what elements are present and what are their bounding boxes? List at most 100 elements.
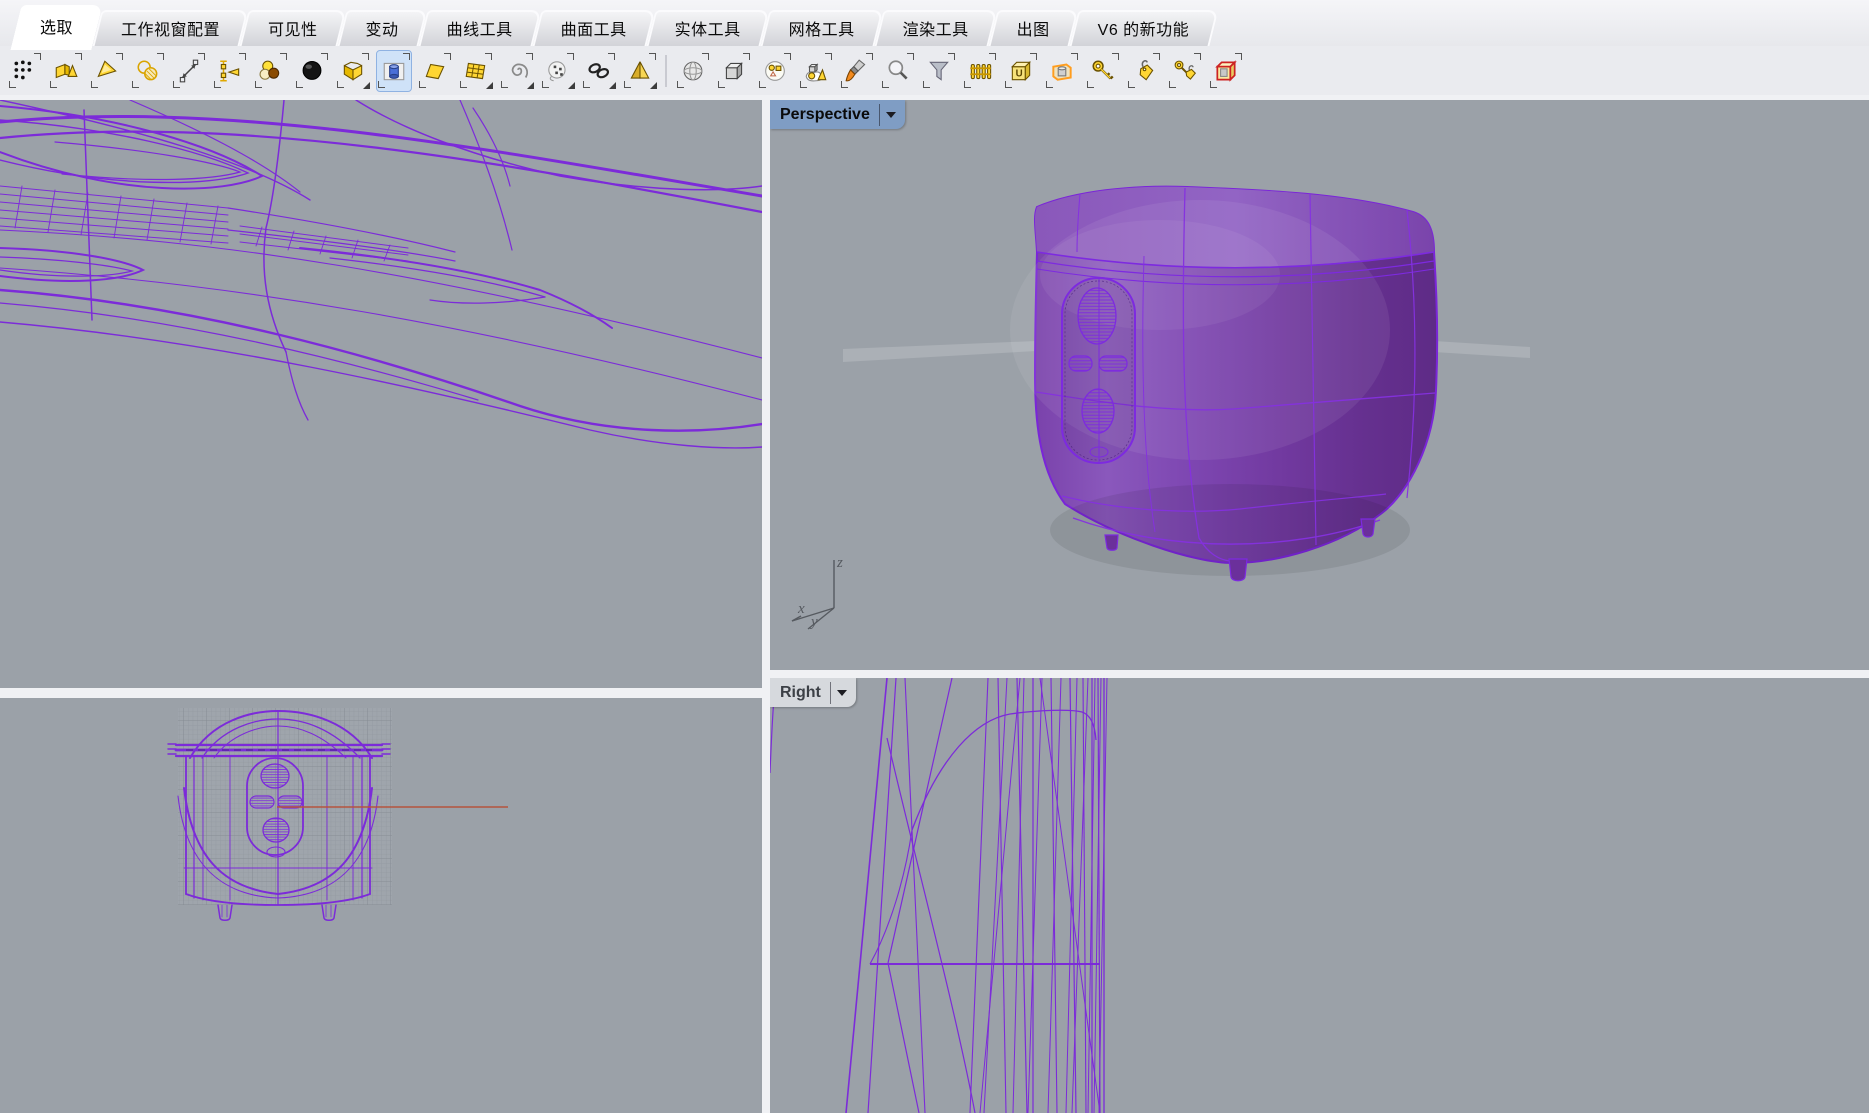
sel-ptcloud-icon[interactable]: [541, 51, 575, 91]
sel-small-objects-icon[interactable]: [758, 51, 792, 91]
zoom-select-glyph: [885, 58, 911, 84]
tab-变动[interactable]: 变动: [342, 10, 423, 46]
viewport-right[interactable]: Right: [770, 678, 1869, 1113]
tab-label: 曲线工具: [447, 16, 513, 40]
lock-key-icon[interactable]: [1086, 51, 1120, 91]
axis-y-label: y: [809, 614, 818, 630]
sel-u-box-icon[interactable]: U: [1004, 51, 1038, 91]
viewport-perspective[interactable]: Perspective z x y: [770, 100, 1869, 670]
sel-chain-icon[interactable]: [582, 51, 616, 91]
separator: [879, 104, 880, 126]
flyout-indicator: [527, 82, 534, 89]
sel-box-glyph: [721, 58, 747, 84]
tab-label: 可见性: [268, 16, 318, 40]
tab-曲面工具[interactable]: 曲面工具: [537, 10, 651, 46]
sel-curve-glyph: [504, 58, 530, 84]
sel-points-icon[interactable]: [8, 51, 42, 91]
sel-crossing-icon[interactable]: [172, 51, 206, 91]
sel-sphere-black-icon[interactable]: [295, 51, 329, 91]
viewport-title-text: Right: [780, 684, 830, 702]
tab-选取[interactable]: 选取: [16, 5, 97, 46]
tab-label: 网格工具: [789, 16, 855, 40]
toolbar-group-separator: [665, 55, 667, 87]
viewport-front[interactable]: [0, 698, 762, 1113]
flyout-indicator: [568, 82, 575, 89]
cplane-axis-gnomon: z x y: [788, 550, 868, 632]
tab-label: 曲面工具: [561, 16, 627, 40]
selection-toolbar: U: [0, 46, 1869, 95]
sel-pyramid-glyph: [627, 58, 653, 84]
sel-cone-glyph: [94, 58, 120, 84]
tab-label: 渲染工具: [903, 16, 969, 40]
tab-V6 的新功能[interactable]: V6 的新功能: [1074, 10, 1214, 46]
tab-曲线工具[interactable]: 曲线工具: [423, 10, 537, 46]
sel-cone-icon[interactable]: [90, 51, 124, 91]
brush-select-icon[interactable]: [840, 51, 874, 91]
viewport-title-right[interactable]: Right: [770, 678, 856, 707]
chevron-down-icon[interactable]: [886, 112, 896, 118]
tab-label: 变动: [366, 16, 399, 40]
tab-网格工具[interactable]: 网格工具: [765, 10, 879, 46]
tab-label: 工作视窗配置: [121, 16, 220, 40]
key-tag-icon[interactable]: [1168, 51, 1202, 91]
sel-volume-objects-icon[interactable]: [799, 51, 833, 91]
axis-z-label: z: [836, 555, 843, 571]
sel-distance-icon[interactable]: [213, 51, 247, 91]
viewport-top-left[interactable]: [0, 100, 762, 688]
sel-distance-glyph: [217, 58, 243, 84]
tab-label: V6 的新功能: [1098, 16, 1190, 40]
sel-hatch-icon[interactable]: [131, 51, 165, 91]
sel-open-polysrf-glyph: [340, 58, 366, 84]
lock-key-glyph: [1090, 58, 1116, 84]
chevron-down-icon[interactable]: [837, 690, 847, 696]
tab-label: 实体工具: [675, 16, 741, 40]
sel-sphere-black-glyph: [299, 58, 325, 84]
sel-points-glyph: [12, 58, 38, 84]
sel-mesh-icon[interactable]: [459, 51, 493, 91]
sel-u-box-glyph: U: [1008, 58, 1034, 84]
wireframe-right-view: [770, 678, 1869, 1113]
sel-open-polysrf-icon[interactable]: [336, 51, 370, 91]
viewport-title-perspective[interactable]: Perspective: [770, 100, 905, 129]
sel-extrusion-icon[interactable]: [377, 51, 411, 91]
sel-surface-icon[interactable]: [418, 51, 452, 91]
sel-solids-icon[interactable]: [49, 51, 83, 91]
sel-chain-glyph: [586, 58, 612, 84]
shaded-model-rice-cooker: [770, 100, 1869, 670]
selection-fence-glyph: [967, 58, 993, 84]
sel-curve-icon[interactable]: [500, 51, 534, 91]
selection-fence-icon[interactable]: [963, 51, 997, 91]
tab-label: 选取: [40, 14, 73, 38]
sel-box-icon[interactable]: [717, 51, 751, 91]
flyout-indicator: [363, 82, 370, 89]
selection-filter-icon[interactable]: [922, 51, 956, 91]
tab-实体工具[interactable]: 实体工具: [651, 10, 765, 46]
tab-出图[interactable]: 出图: [993, 10, 1074, 46]
zoom-select-icon[interactable]: [881, 51, 915, 91]
sel-mesh-glyph: [463, 58, 489, 84]
key-tag-glyph: [1172, 58, 1198, 84]
tab-label: 出图: [1017, 16, 1050, 40]
sel-ptcloud-glyph: [545, 58, 571, 84]
clipping-box-icon[interactable]: [1209, 51, 1243, 91]
sel-crossing-glyph: [176, 58, 202, 84]
tag-hook-glyph: [1131, 58, 1157, 84]
viewport-area: Perspective z x y: [0, 95, 1869, 1113]
tag-hook-icon[interactable]: [1127, 51, 1161, 91]
tab-工作视窗配置[interactable]: 工作视窗配置: [97, 10, 244, 46]
sel-solids-glyph: [53, 58, 79, 84]
flyout-indicator: [650, 82, 657, 89]
sel-color-icon[interactable]: [254, 51, 288, 91]
tab-渲染工具[interactable]: 渲染工具: [879, 10, 993, 46]
flyout-indicator: [486, 82, 493, 89]
axis-x-label: x: [797, 601, 805, 617]
sel-surface-glyph: [422, 58, 448, 84]
flyout-indicator: [609, 82, 616, 89]
sel-bounding-box-icon[interactable]: [1045, 51, 1079, 91]
toolbar-tab-bar: 选取 工作视窗配置 可见性 变动 曲线工具 曲面工具 实体工具 网格工具 渲染工具 出图 V6 的新…: [0, 0, 1869, 46]
tab-可见性[interactable]: 可见性: [244, 10, 342, 46]
sel-pyramid-icon[interactable]: [623, 51, 657, 91]
wireframe-front-view: [0, 698, 762, 1113]
sel-sphere-icon[interactable]: [676, 51, 710, 91]
sel-color-glyph: [258, 58, 284, 84]
